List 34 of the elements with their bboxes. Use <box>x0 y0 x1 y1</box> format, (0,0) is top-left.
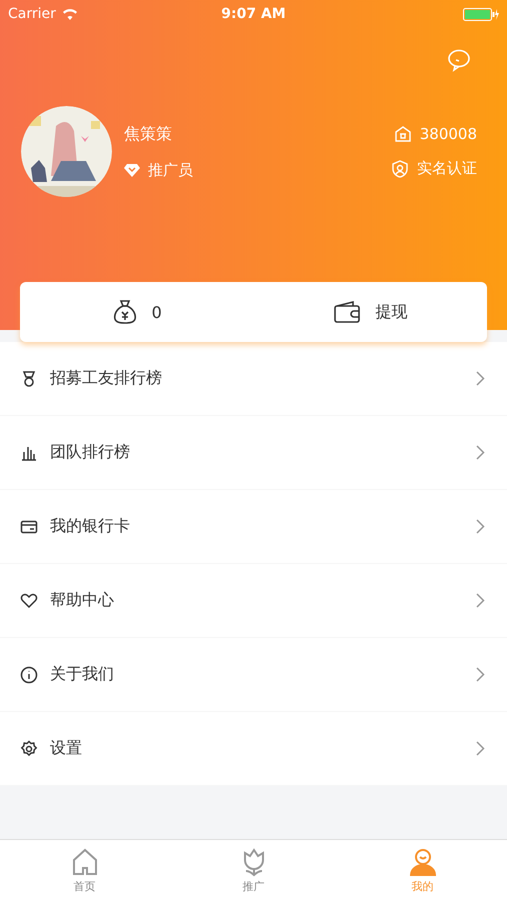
withdraw-button[interactable]: 提现 <box>375 302 408 322</box>
role-label: 推广员 <box>148 160 193 180</box>
info-icon <box>20 666 38 684</box>
person-icon <box>408 846 438 876</box>
tab-item[interactable]: 首页 <box>0 840 169 900</box>
wallet-icon <box>333 300 362 324</box>
house-icon <box>394 125 412 143</box>
heart-icon <box>20 592 38 610</box>
money-bag-icon <box>112 299 138 325</box>
balance-amount: 0 <box>152 302 162 322</box>
status-time: 9:07 AM <box>221 6 286 22</box>
menu-item[interactable]: 帮助中心 <box>0 564 507 638</box>
battery-icon <box>463 8 499 20</box>
medal-icon <box>20 370 38 388</box>
chevron-right-icon <box>476 371 485 386</box>
chevron-right-icon <box>476 593 485 608</box>
menu-item[interactable]: 我的银行卡 <box>0 490 507 564</box>
menu-item[interactable]: 关于我们 <box>0 638 507 712</box>
chevron-right-icon <box>476 519 485 534</box>
shield-icon <box>391 160 409 178</box>
user-name: 焦策策 <box>124 124 173 144</box>
chevron-right-icon <box>476 667 485 682</box>
wifi-icon <box>62 8 78 20</box>
chevron-right-icon <box>476 445 485 460</box>
tab-item[interactable]: 推广 <box>169 840 338 900</box>
settings-icon <box>20 740 38 758</box>
menu-item[interactable]: 设置 <box>0 712 507 786</box>
diamond-icon <box>124 163 140 177</box>
chevron-right-icon <box>476 741 485 756</box>
carrier-label: Carrier <box>8 6 56 22</box>
menu-item[interactable]: 团队排行榜 <box>0 416 507 490</box>
chat-bubble-icon <box>447 48 471 72</box>
menu-item[interactable]: 招募工友排行榜 <box>0 342 507 416</box>
user-id: 380008 <box>420 125 477 143</box>
